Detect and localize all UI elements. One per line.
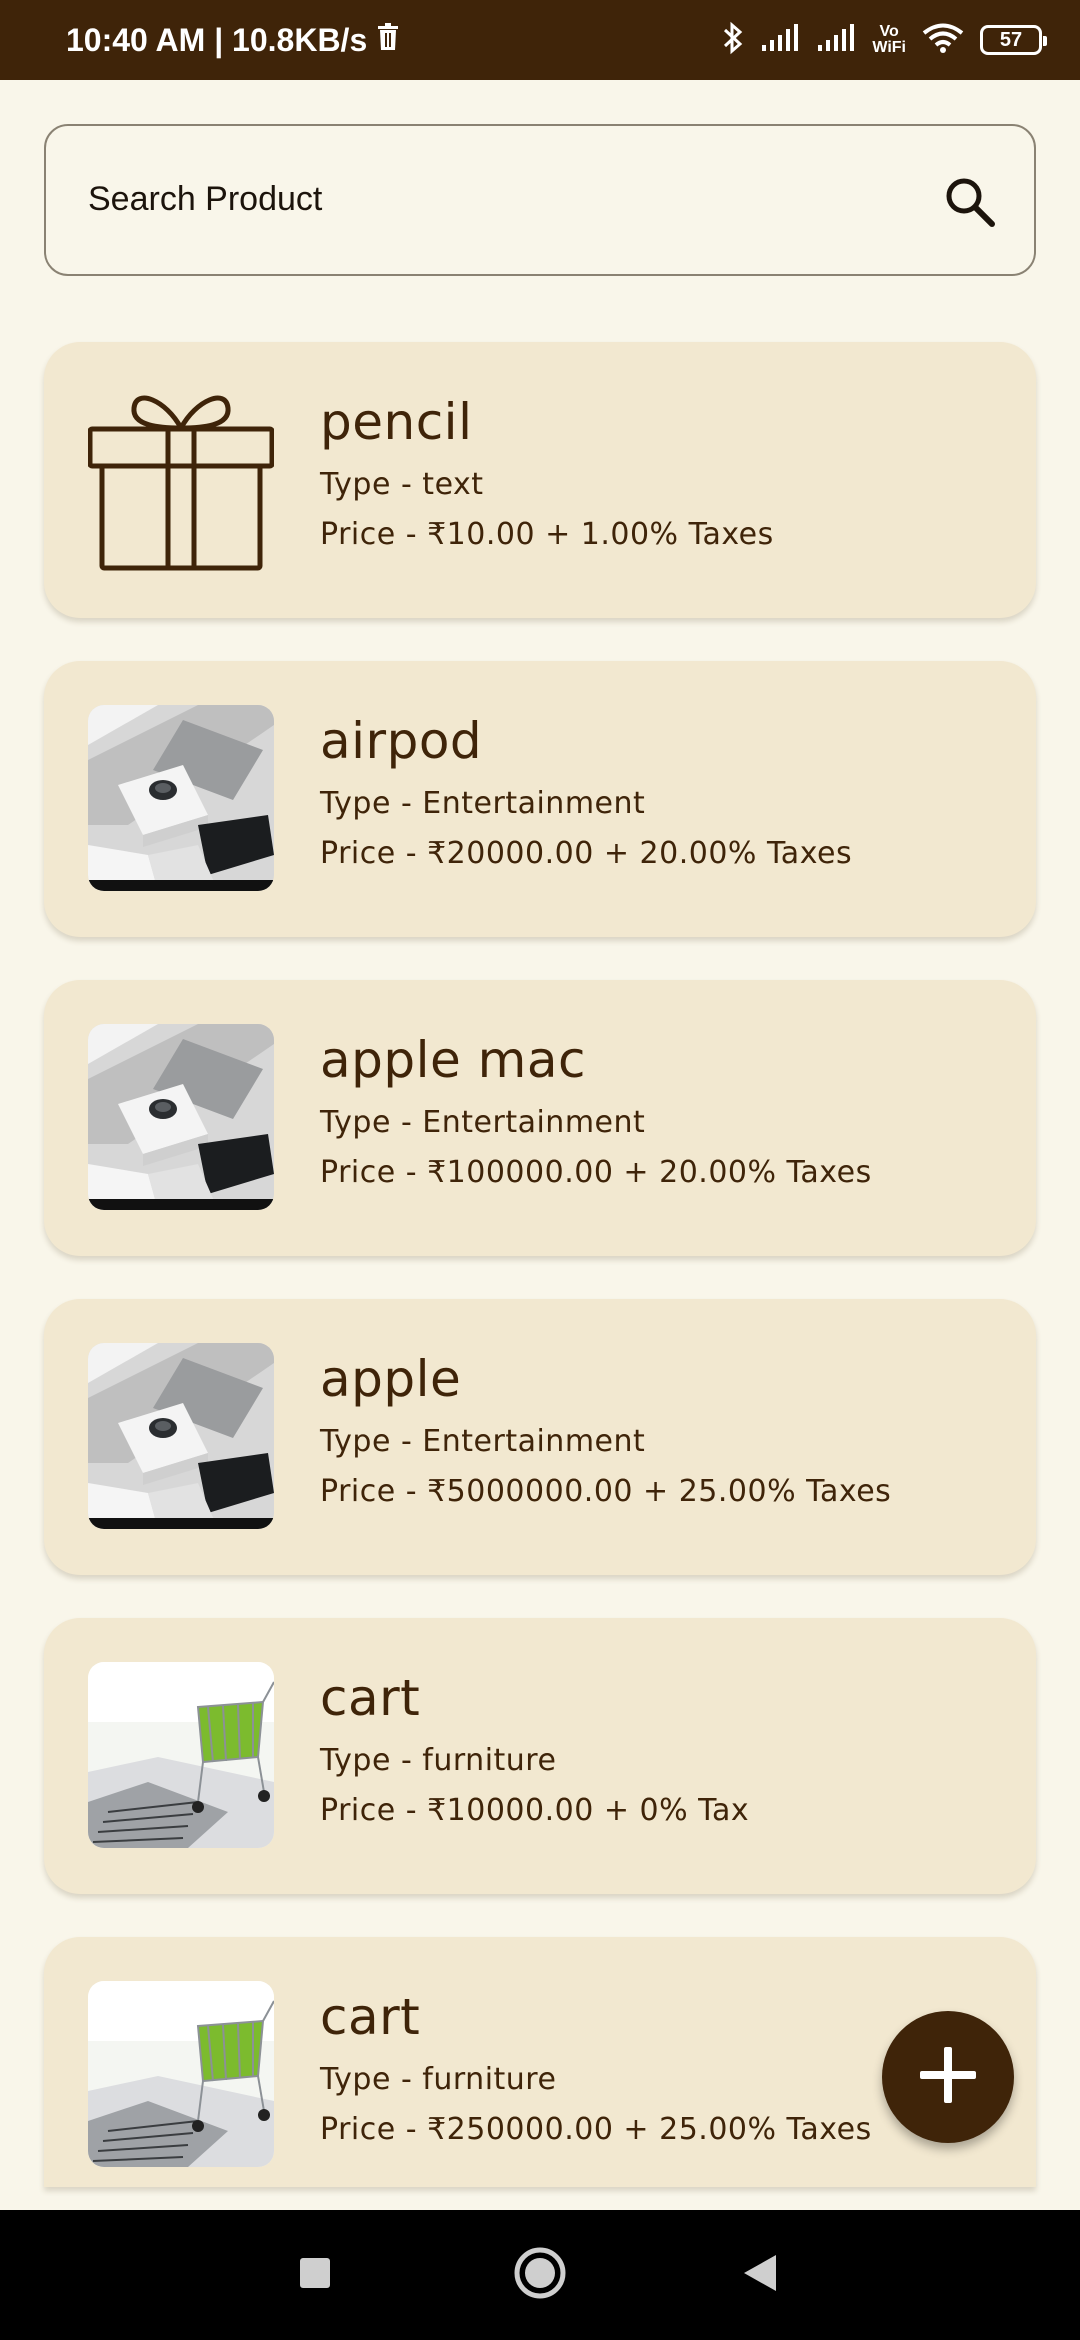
search-icon[interactable] <box>944 176 996 232</box>
wifi-icon <box>922 22 964 58</box>
product-type: Type - Entertainment <box>320 1105 646 1140</box>
product-name: apple mac <box>320 1031 586 1089</box>
product-info: cart Type - furniture Price - ₹250000.00… <box>320 1985 872 2155</box>
product-name: pencil <box>320 393 473 451</box>
signal-icon <box>760 23 800 57</box>
status-left: 10:40 AM | 10.8KB/s <box>66 0 399 80</box>
recents-square-icon <box>298 2256 332 2294</box>
battery-level: 57 <box>999 28 1023 51</box>
product-price: Price - ₹20000.00 + 20.00% Taxes <box>320 836 853 871</box>
product-card[interactable]: cart Type - furniture Price - ₹10000.00 … <box>44 1618 1036 1894</box>
trash-icon <box>377 22 399 59</box>
product-type: Type - Entertainment <box>320 786 646 821</box>
status-right: Vo WiFi 57 <box>722 0 1047 80</box>
product-info: pencil Type - text Price - ₹10.00 + 1.00… <box>320 390 774 560</box>
product-type: Type - text <box>320 467 484 502</box>
product-photo-cart <box>88 1981 274 2167</box>
search-bar[interactable] <box>44 124 1036 276</box>
bluetooth-icon <box>722 21 744 59</box>
back-triangle-icon <box>742 2253 778 2297</box>
product-photo-devices <box>88 705 274 891</box>
product-photo-devices <box>88 1024 274 1210</box>
product-name: cart <box>320 1669 421 1727</box>
product-price: Price - ₹10000.00 + 0% Tax <box>320 1793 750 1828</box>
gift-icon <box>88 386 274 572</box>
vowifi-bottom: WiFi <box>872 39 906 56</box>
product-price: Price - ₹250000.00 + 25.00% Taxes <box>320 2112 872 2147</box>
status-bar: 10:40 AM | 10.8KB/s Vo WiFi 57 <box>0 0 1080 80</box>
product-name: airpod <box>320 712 483 770</box>
product-list: pencil Type - text Price - ₹10.00 + 1.00… <box>44 342 1036 2230</box>
product-card[interactable]: apple Type - Entertainment Price - ₹5000… <box>44 1299 1036 1575</box>
home-button[interactable] <box>505 2210 575 2340</box>
vowifi-indicator: Vo WiFi <box>872 24 906 56</box>
product-card[interactable]: apple mac Type - Entertainment Price - ₹… <box>44 980 1036 1256</box>
status-time-speed: 10:40 AM | 10.8KB/s <box>66 21 368 58</box>
product-price: Price - ₹10.00 + 1.00% Taxes <box>320 517 774 552</box>
product-info: airpod Type - Entertainment Price - ₹200… <box>320 709 852 879</box>
plus-icon <box>918 2045 978 2109</box>
product-price: Price - ₹5000000.00 + 25.00% Taxes <box>320 1474 892 1509</box>
product-info: cart Type - furniture Price - ₹10000.00 … <box>320 1666 749 1836</box>
product-info: apple Type - Entertainment Price - ₹5000… <box>320 1347 891 1517</box>
product-card[interactable]: pencil Type - text Price - ₹10.00 + 1.00… <box>44 342 1036 618</box>
product-info: apple mac Type - Entertainment Price - ₹… <box>320 1028 872 1198</box>
home-circle-icon <box>513 2246 567 2304</box>
add-product-button[interactable] <box>882 2011 1014 2143</box>
product-type: Type - Entertainment <box>320 1424 646 1459</box>
product-card[interactable]: airpod Type - Entertainment Price - ₹200… <box>44 661 1036 937</box>
product-photo-cart <box>88 1662 274 1848</box>
battery-icon: 57 <box>980 25 1047 55</box>
vowifi-top: Vo <box>879 23 899 40</box>
product-type: Type - furniture <box>320 2062 557 2097</box>
product-price: Price - ₹100000.00 + 20.00% Taxes <box>320 1155 872 1190</box>
search-input[interactable] <box>88 126 908 273</box>
system-nav-bar <box>0 2210 1080 2340</box>
product-name: apple <box>320 1350 462 1408</box>
product-name: cart <box>320 1988 421 2046</box>
recents-button[interactable] <box>280 2210 350 2340</box>
product-type: Type - furniture <box>320 1743 557 1778</box>
product-photo-devices <box>88 1343 274 1529</box>
back-button[interactable] <box>725 2210 795 2340</box>
signal-icon <box>816 23 856 57</box>
